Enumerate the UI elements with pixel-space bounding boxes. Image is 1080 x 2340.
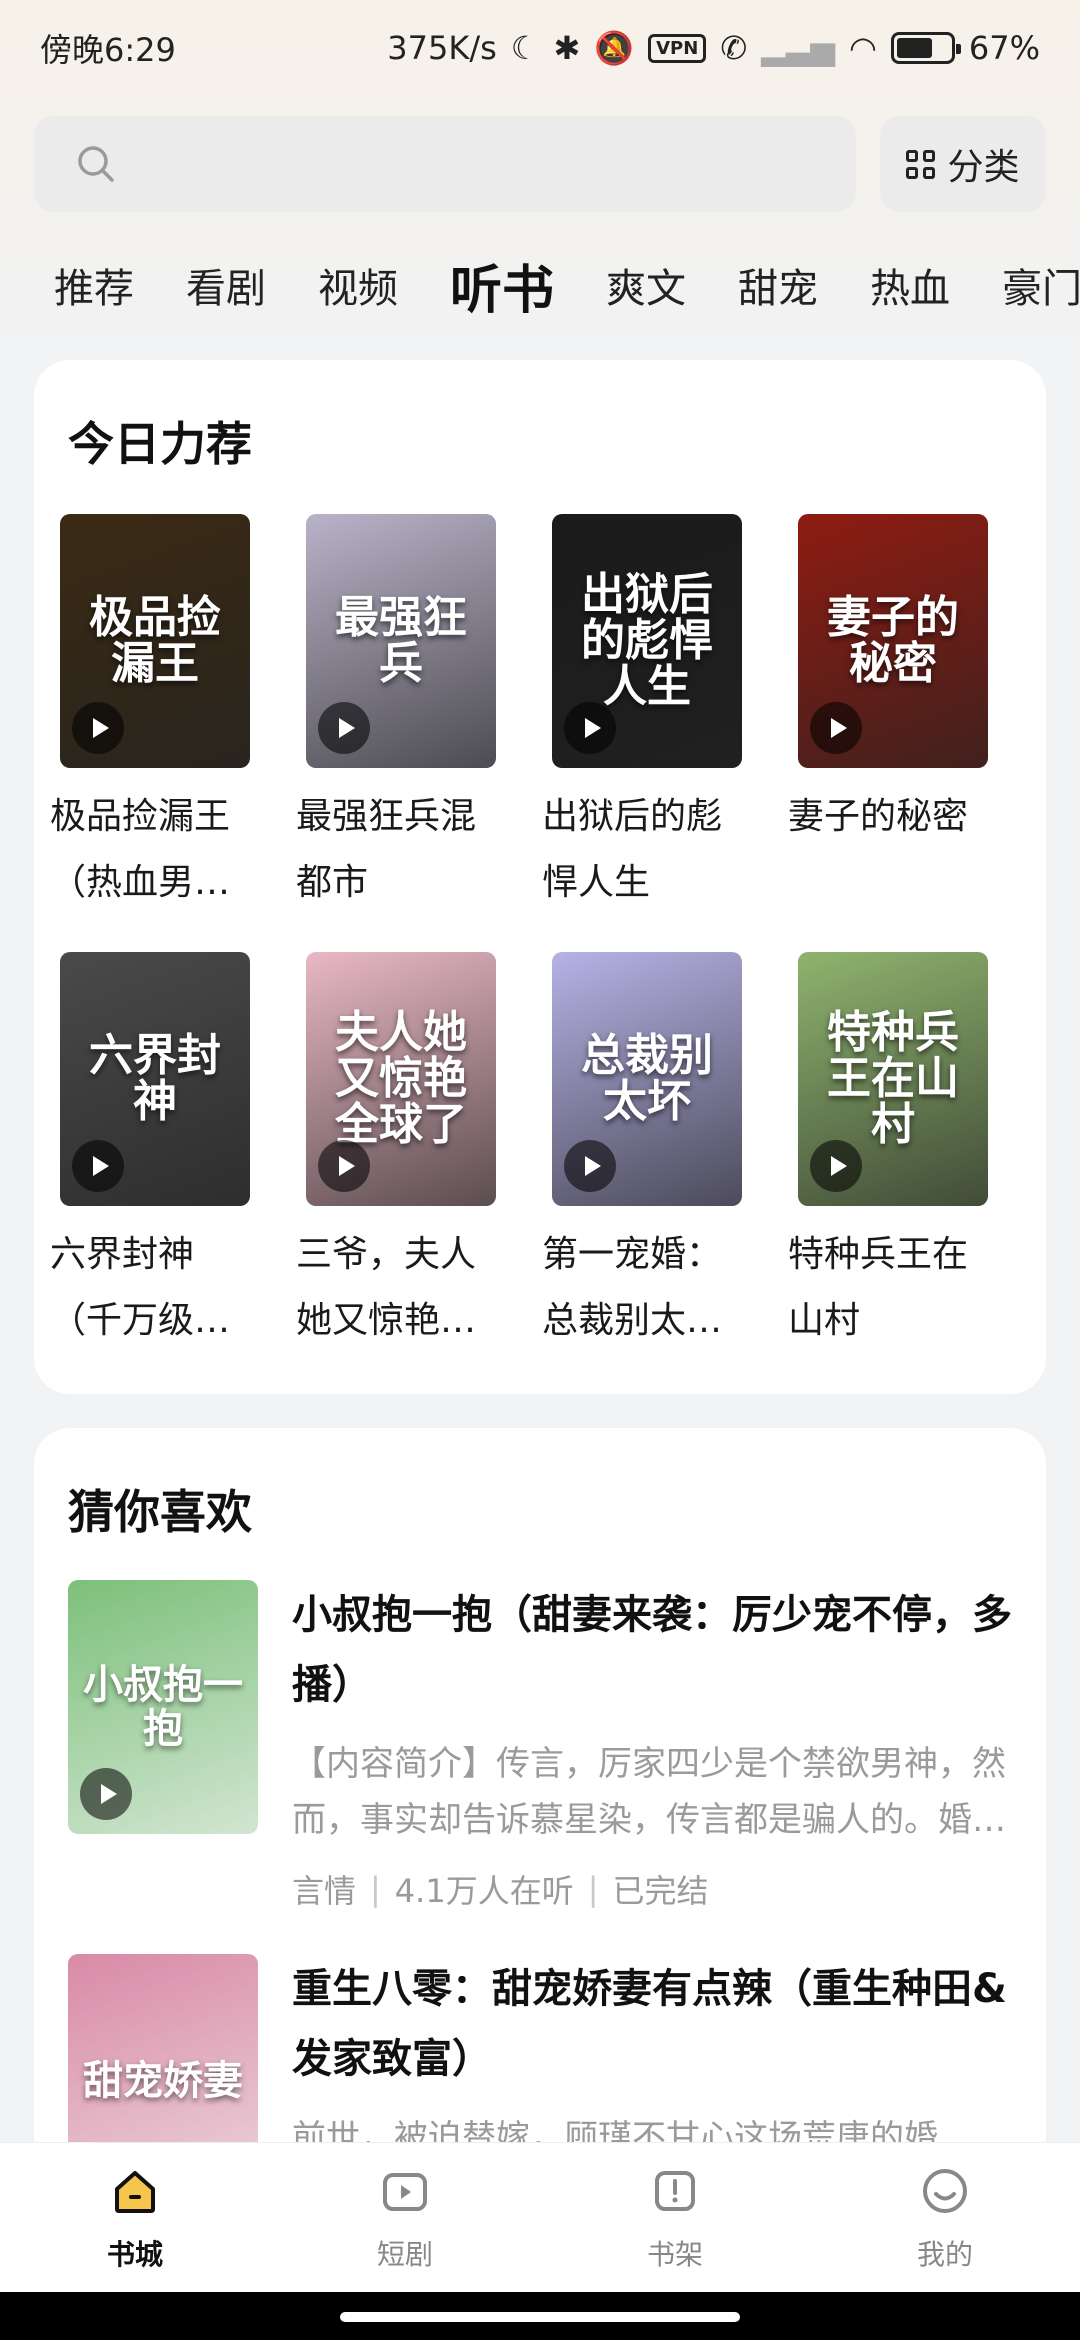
nav-label: 书城 bbox=[106, 2237, 163, 2271]
cover-art-text: 甜宠娇妻 bbox=[83, 2057, 243, 2104]
book-cover[interactable]: 总裁别太坏 bbox=[552, 952, 742, 1206]
battery-percent: 67% bbox=[968, 29, 1040, 67]
book-cover[interactable]: 妻子的秘密 bbox=[798, 514, 988, 768]
book-cover[interactable]: 六界封神 bbox=[60, 952, 250, 1206]
meta-listeners: 4.1万人在听 bbox=[394, 1872, 574, 1910]
category-button[interactable]: 分类 bbox=[880, 116, 1046, 212]
book-cover[interactable]: 极品捡漏王 bbox=[60, 514, 250, 768]
book-item[interactable]: 总裁别太坏第一宠婚：总裁别太… bbox=[542, 952, 742, 1354]
cover-art-text: 小叔抱一抱 bbox=[83, 1661, 243, 1752]
nav-item-1[interactable]: 短剧 bbox=[305, 2163, 505, 2273]
status-time: 傍晚6:29 bbox=[40, 31, 176, 69]
book-title: 妻子的秘密 bbox=[788, 796, 969, 837]
bottom-nav: 书城 短剧 书架 我的 bbox=[0, 2142, 1080, 2292]
search-input[interactable] bbox=[34, 116, 856, 212]
book-title: 六界封神（千万级… bbox=[50, 1234, 231, 1341]
cover-art-text: 特种兵王在山村 bbox=[827, 1006, 959, 1151]
book-item[interactable]: 最强狂兵最强狂兵混都市 bbox=[296, 514, 496, 916]
tab-4[interactable]: 爽文 bbox=[606, 256, 686, 314]
nav-label: 短剧 bbox=[376, 2237, 433, 2271]
book-item[interactable]: 夫人她又惊艳全球了三爷，夫人她又惊艳… bbox=[296, 952, 496, 1354]
book-item[interactable]: 六界封神六界封神（千万级… bbox=[50, 952, 250, 1354]
nav-label: 书架 bbox=[646, 2237, 703, 2271]
book-title: 特种兵王在山村 bbox=[788, 1234, 969, 1341]
cover-art-text: 六界封神 bbox=[89, 1029, 221, 1127]
category-tabs: 推荐 看剧 视频 听书 爽文 甜宠 热血 豪门 bbox=[0, 240, 1080, 330]
grid-icon bbox=[906, 149, 936, 179]
cover-art-text: 出狱后的彪悍人生 bbox=[581, 568, 713, 713]
wifi-icon: ◠ bbox=[848, 29, 877, 67]
nav-item-2[interactable]: 书架 bbox=[575, 2163, 775, 2273]
book-item[interactable]: 特种兵王在山村 特种兵王在山村 bbox=[788, 952, 988, 1354]
play-icon[interactable] bbox=[72, 1140, 124, 1192]
play-icon[interactable] bbox=[72, 702, 124, 754]
play-icon[interactable] bbox=[564, 1140, 616, 1192]
tab-1[interactable]: 看剧 bbox=[186, 256, 266, 314]
tab-5[interactable]: 甜宠 bbox=[738, 256, 818, 314]
tab-0[interactable]: 推荐 bbox=[54, 256, 134, 314]
bluetooth-icon: ✱ bbox=[553, 29, 581, 67]
list-item-title: 小叔抱一抱（甜妻来袭：厉少宠不停，多播） bbox=[292, 1592, 1012, 1708]
book-item[interactable]: 妻子的秘密 妻子的秘密 bbox=[788, 514, 988, 850]
meta-separator: | bbox=[370, 1870, 381, 1908]
cover-art-text: 极品捡漏王 bbox=[89, 591, 221, 689]
list-item-title: 重生八零：甜宠娇妻有点辣（重生种田&发家致富） bbox=[292, 1966, 1007, 2082]
profile-icon bbox=[917, 2163, 973, 2223]
tab-2[interactable]: 视频 bbox=[318, 256, 398, 314]
status-icons: 375K/s ☾ ✱ 🔕 VPN ✆ ▂▃▅ ◠ 67% bbox=[387, 29, 1040, 67]
book-cover[interactable]: 最强狂兵 bbox=[306, 514, 496, 768]
nav-item-0[interactable]: 书城 bbox=[35, 2163, 235, 2273]
cover-art-text: 夫人她又惊艳全球了 bbox=[335, 1006, 467, 1151]
book-cover[interactable]: 夫人她又惊艳全球了 bbox=[306, 952, 496, 1206]
play-icon[interactable] bbox=[318, 1140, 370, 1192]
vpn-badge: VPN bbox=[648, 33, 707, 63]
book-title: 三爷，夫人她又惊艳… bbox=[296, 1234, 477, 1341]
tab-3[interactable]: 听书 bbox=[450, 248, 554, 323]
network-speed: 375K/s bbox=[387, 29, 497, 67]
video-play-icon bbox=[377, 2163, 433, 2223]
meta-state: 已完结 bbox=[612, 1872, 709, 1910]
search-icon bbox=[78, 146, 114, 182]
call-icon: ✆ bbox=[720, 29, 748, 67]
nav-label: 我的 bbox=[916, 2237, 973, 2271]
cover-art-text: 总裁别太坏 bbox=[581, 1029, 713, 1127]
cover-art-text: 最强狂兵 bbox=[335, 591, 467, 689]
list-item-meta: 言情 | 4.1万人在听 | 已完结 bbox=[292, 1866, 709, 1912]
list-item[interactable]: 小叔抱一抱 小叔抱一抱（甜妻来袭：厉少宠不停，多播） 【内容简介】传言，厉家四少是个… bbox=[68, 1580, 1012, 1920]
home-indicator[interactable] bbox=[340, 2312, 740, 2322]
meta-separator: | bbox=[587, 1870, 599, 1908]
book-title: 极品捡漏王（热血男… bbox=[50, 796, 231, 903]
book-cover[interactable]: 出狱后的彪悍人生 bbox=[552, 514, 742, 768]
mute-bell-icon: 🔕 bbox=[594, 29, 635, 67]
book-cover[interactable]: 小叔抱一抱 bbox=[68, 1580, 258, 1834]
signal-icon: ▂▃▅ bbox=[761, 29, 835, 67]
battery-icon bbox=[890, 32, 961, 64]
book-title: 最强狂兵混都市 bbox=[296, 796, 477, 903]
play-icon[interactable] bbox=[318, 702, 370, 754]
recommend-card: 今日力荐 极品捡漏王 极品捡漏王（热血男… 最强狂兵 最强狂兵混都市 出狱后的彪悍人生出… bbox=[34, 360, 1046, 1394]
meta-genre: 言情 bbox=[292, 1872, 357, 1910]
play-icon[interactable] bbox=[810, 702, 862, 754]
list-item-description: 【内容简介】传言，厉家四少是个禁欲男神，然而，事实却告诉慕星染，传言都是骗人的。… bbox=[292, 1744, 1006, 1840]
recommend-title: 今日力荐 bbox=[68, 417, 252, 471]
status-bar: 傍晚6:29 375K/s ☾ ✱ 🔕 VPN ✆ ▂▃▅ ◠ 67% bbox=[0, 0, 1080, 96]
category-label: 分类 bbox=[947, 147, 1020, 188]
book-title: 出狱后的彪悍人生 bbox=[542, 796, 723, 903]
book-title: 第一宠婚：总裁别太… bbox=[542, 1234, 723, 1341]
guess-title: 猜你喜欢 bbox=[68, 1485, 252, 1539]
tab-7[interactable]: 豪门 bbox=[1002, 256, 1080, 314]
moon-icon: ☾ bbox=[510, 29, 540, 67]
nav-item-3[interactable]: 我的 bbox=[845, 2163, 1045, 2273]
cover-art-text: 妻子的秘密 bbox=[827, 591, 959, 689]
book-cover[interactable]: 特种兵王在山村 bbox=[798, 952, 988, 1206]
book-item[interactable]: 极品捡漏王极品捡漏王（热血男… bbox=[50, 514, 250, 916]
book-item[interactable]: 出狱后的彪悍人生 出狱后的彪悍人生 bbox=[542, 514, 742, 916]
play-icon[interactable] bbox=[810, 1140, 862, 1192]
home-icon bbox=[107, 2163, 163, 2223]
guess-card: 猜你喜欢 小叔抱一抱 小叔抱一抱（甜妻来袭：厉少宠不停，多播） 【内容简介】传言，厉… bbox=[34, 1428, 1046, 2214]
tab-6[interactable]: 热血 bbox=[870, 256, 950, 314]
play-icon[interactable] bbox=[80, 1768, 132, 1820]
play-icon[interactable] bbox=[564, 702, 616, 754]
bookshelf-icon bbox=[647, 2163, 703, 2223]
